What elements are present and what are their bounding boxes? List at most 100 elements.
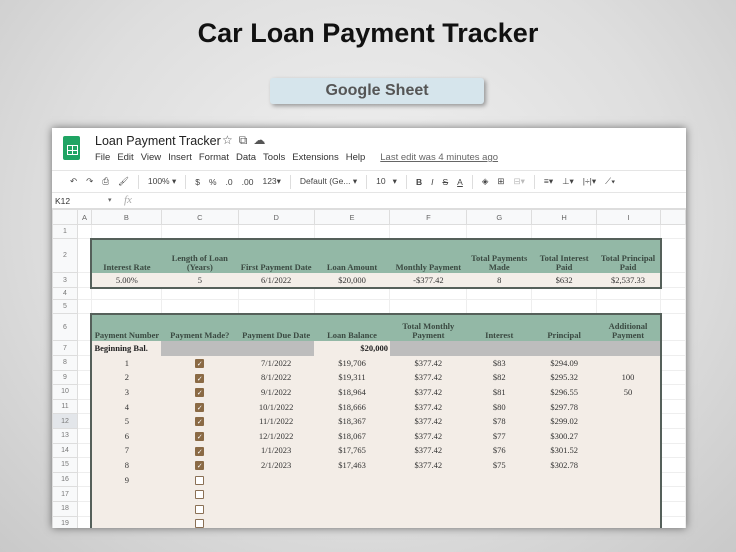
- cell-g1[interactable]: [466, 224, 533, 239]
- payment-total[interactable]: $377.42: [389, 428, 467, 444]
- payment-additional[interactable]: [596, 486, 662, 502]
- menu-edit[interactable]: Edit: [117, 152, 133, 163]
- cell-a19[interactable]: [77, 516, 92, 528]
- payment-total[interactable]: [389, 516, 467, 528]
- payment-interest[interactable]: [466, 472, 532, 487]
- column-header-extra[interactable]: [660, 209, 686, 225]
- summary-header[interactable]: Total Interest Paid: [531, 237, 597, 273]
- payment-made-checkbox[interactable]: [161, 501, 239, 517]
- payment-num[interactable]: 3: [90, 384, 162, 400]
- star-icon[interactable]: ☆: [222, 133, 239, 147]
- cell-j11[interactable]: [660, 399, 686, 415]
- row-header-10[interactable]: 10: [52, 384, 78, 400]
- menu-format[interactable]: Format: [199, 152, 229, 163]
- checkbox-checked[interactable]: ✓: [195, 417, 205, 427]
- cell-j3[interactable]: [660, 272, 686, 288]
- payment-interest[interactable]: $82: [466, 370, 532, 385]
- payment-num[interactable]: 7: [90, 443, 162, 458]
- cell-a14[interactable]: [77, 443, 92, 459]
- payment-due[interactable]: [238, 486, 315, 502]
- payment-interest[interactable]: $78: [466, 413, 532, 429]
- payment-interest[interactable]: [466, 501, 532, 517]
- cell-a11[interactable]: [77, 399, 92, 415]
- payment-made-checkbox[interactable]: ✓: [161, 399, 239, 414]
- summary-value[interactable]: $20,000: [314, 272, 390, 289]
- payment-additional[interactable]: [596, 355, 662, 371]
- payment-principal[interactable]: [531, 472, 597, 487]
- summary-value[interactable]: 5.00%: [90, 272, 162, 289]
- payment-made-checkbox[interactable]: [161, 486, 239, 502]
- cell-a8[interactable]: [77, 355, 92, 371]
- payment-additional[interactable]: 50: [596, 384, 662, 400]
- increase-decimal-button[interactable]: .00: [242, 177, 254, 187]
- cell-a7[interactable]: [77, 340, 92, 356]
- summary-value[interactable]: 8: [466, 272, 532, 289]
- payment-made-checkbox[interactable]: ✓: [161, 413, 239, 429]
- payment-total[interactable]: $377.42: [389, 370, 467, 385]
- cell-j15[interactable]: [660, 457, 686, 473]
- payment-due[interactable]: [238, 501, 315, 517]
- beginning-balance[interactable]: $20,000: [314, 340, 390, 356]
- payment-interest[interactable]: [466, 516, 532, 528]
- cell-e5[interactable]: [314, 299, 391, 314]
- merge-cells-icon[interactable]: ⊟▾: [513, 176, 524, 187]
- cell-a1[interactable]: [77, 224, 92, 239]
- payment-num[interactable]: 6: [90, 428, 162, 444]
- cell-h1[interactable]: [531, 224, 598, 239]
- cell-j12[interactable]: [660, 413, 686, 429]
- cell-g7[interactable]: [466, 340, 532, 356]
- menu-help[interactable]: Help: [346, 152, 366, 163]
- row-header-19[interactable]: 19: [52, 515, 78, 528]
- payment-made-checkbox[interactable]: [161, 472, 239, 487]
- cell-a5[interactable]: [77, 299, 92, 314]
- cell-i4[interactable]: [596, 287, 661, 300]
- text-color-icon[interactable]: A: [457, 177, 463, 187]
- cell-d1[interactable]: [238, 224, 315, 239]
- payment-due[interactable]: 8/1/2022: [238, 370, 315, 385]
- payment-balance[interactable]: [314, 472, 390, 487]
- payment-header[interactable]: Principal: [531, 312, 597, 341]
- payment-header[interactable]: Payment Number: [90, 312, 162, 341]
- cell-j17[interactable]: [660, 486, 686, 502]
- payment-principal[interactable]: [531, 501, 597, 517]
- column-header-b[interactable]: B: [90, 209, 162, 225]
- payment-made-checkbox[interactable]: [161, 516, 239, 528]
- font-select[interactable]: Default (Ge... ▾: [300, 176, 357, 187]
- cell-c1[interactable]: [161, 224, 239, 239]
- column-header-i[interactable]: I: [596, 209, 661, 225]
- column-header-a[interactable]: A: [76, 209, 92, 225]
- cell-a15[interactable]: [77, 457, 92, 473]
- cell-e4[interactable]: [314, 287, 391, 300]
- text-rotation-icon[interactable]: ⟋▾: [605, 176, 615, 187]
- payment-due[interactable]: 10/1/2022: [238, 399, 315, 414]
- payment-balance[interactable]: $18,067: [314, 428, 390, 444]
- checkbox-checked[interactable]: ✓: [195, 373, 205, 383]
- payment-due[interactable]: 2/1/2023: [238, 457, 315, 473]
- payment-due[interactable]: 12/1/2022: [238, 428, 315, 444]
- cell-a17[interactable]: [77, 486, 92, 502]
- payment-total[interactable]: $377.42: [389, 355, 467, 371]
- cell-d5[interactable]: [238, 299, 315, 314]
- payment-balance[interactable]: $18,666: [314, 399, 390, 414]
- checkbox-unchecked[interactable]: [195, 475, 205, 485]
- cell-a3[interactable]: [77, 272, 92, 288]
- payment-principal[interactable]: $302.78: [531, 457, 597, 473]
- cell-f5[interactable]: [389, 299, 468, 314]
- column-header-f[interactable]: F: [389, 209, 468, 225]
- payment-due[interactable]: 9/1/2022: [238, 384, 315, 400]
- cell-j9[interactable]: [660, 370, 686, 386]
- fill-color-icon[interactable]: ◈: [482, 176, 489, 187]
- row-header-7[interactable]: 7: [52, 340, 78, 356]
- payment-made-checkbox[interactable]: ✓: [161, 428, 239, 444]
- cell-j6[interactable]: [660, 313, 686, 341]
- payment-additional[interactable]: [596, 428, 662, 444]
- cell-h7[interactable]: [531, 340, 597, 356]
- row-header-2[interactable]: 2: [52, 238, 78, 273]
- print-icon[interactable]: ⎙: [102, 176, 109, 187]
- chevron-down-icon[interactable]: ▾: [108, 196, 112, 204]
- payment-additional[interactable]: [596, 501, 662, 517]
- payment-num[interactable]: 4: [90, 399, 162, 414]
- payment-made-checkbox[interactable]: ✓: [161, 443, 239, 458]
- row-header-1[interactable]: 1: [52, 224, 78, 239]
- payment-header[interactable]: Payment Due Date: [238, 312, 315, 341]
